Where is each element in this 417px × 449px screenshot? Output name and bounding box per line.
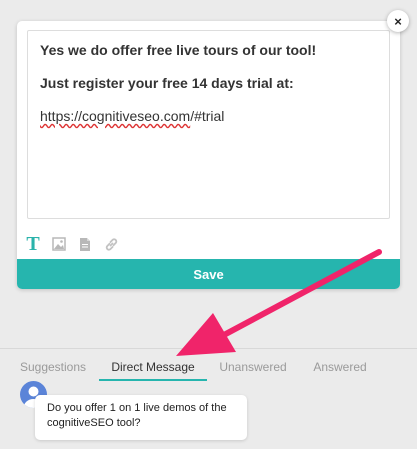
reply-link-domain: https://cognitiveseo.com	[40, 108, 191, 124]
reply-editor-card: Yes we do offer free live tours of our t…	[17, 21, 400, 289]
tab-answered[interactable]: Answered	[305, 354, 375, 381]
document-icon[interactable]	[76, 234, 94, 254]
tabs-divider	[0, 348, 417, 349]
image-icon[interactable]	[50, 234, 68, 254]
link-icon[interactable]	[102, 234, 120, 254]
tab-suggestions[interactable]: Suggestions	[12, 354, 94, 381]
message-tabs: Suggestions Direct Message Unanswered An…	[0, 354, 417, 381]
tab-unanswered[interactable]: Unanswered	[213, 354, 293, 381]
format-toolbar: T	[24, 233, 120, 255]
direct-message-bubble[interactable]: Do you offer 1 on 1 live demos of the co…	[35, 395, 247, 440]
reply-link-line: https://cognitiveseo.com/#trial	[40, 107, 377, 125]
reply-editor-screen: Yes we do offer free live tours of our t…	[0, 0, 417, 449]
reply-text-editor[interactable]: Yes we do offer free live tours of our t…	[27, 30, 390, 219]
tab-direct-message[interactable]: Direct Message	[99, 354, 207, 381]
text-format-icon[interactable]: T	[24, 233, 42, 255]
reply-line-2: Just register your free 14 days trial at…	[40, 75, 294, 91]
close-icon[interactable]: ×	[387, 10, 409, 32]
save-button[interactable]: Save	[17, 259, 400, 289]
reply-link-path: /#trial	[190, 108, 225, 124]
reply-line-1: Yes we do offer free live tours of our t…	[40, 42, 317, 58]
